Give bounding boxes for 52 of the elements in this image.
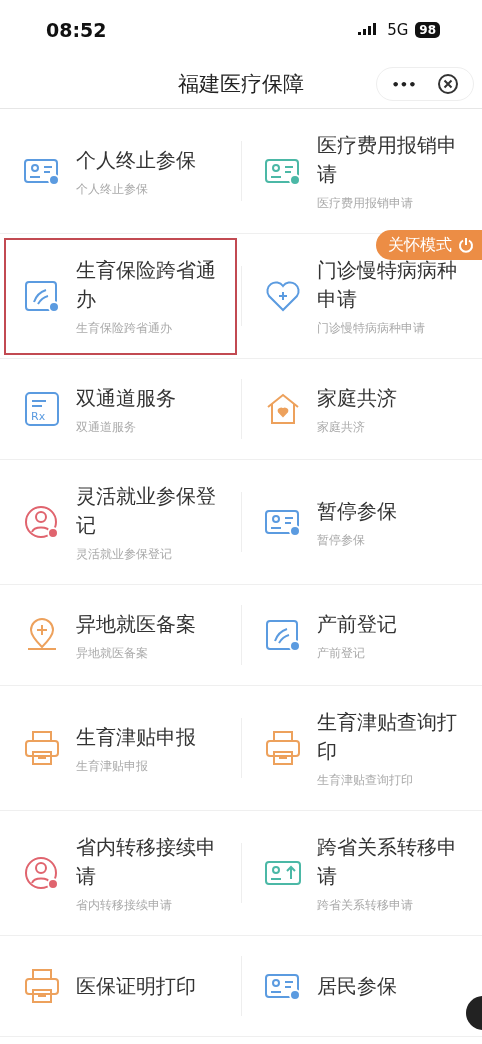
service-subtitle: 产前登记 xyxy=(317,644,366,661)
battery-indicator: 98 xyxy=(415,22,440,38)
service-item[interactable]: 跨省关系转移申请 跨省关系转移申请 xyxy=(241,811,482,936)
more-button[interactable]: ••• xyxy=(377,68,431,100)
service-subtitle: 跨省关系转移申请 xyxy=(317,897,414,913)
service-subtitle: 门诊慢特病病种申请 xyxy=(317,320,426,336)
service-subtitle: 暂停参保 xyxy=(317,531,366,548)
service-title: 居民参保 xyxy=(317,972,398,1000)
service-title: 灵活就业参保登记 xyxy=(76,483,217,539)
service-subtitle: 生育津贴申报 xyxy=(76,757,149,774)
service-subtitle: 省内转移接续申请 xyxy=(76,897,173,913)
service-item[interactable]: 生育保险跨省通办 生育保险跨省通办 xyxy=(0,234,241,359)
service-subtitle: 医疗费用报销申请 xyxy=(317,195,414,211)
service-title: 双通道服务 xyxy=(76,384,177,412)
service-subtitle: 家庭共济 xyxy=(317,418,366,435)
service-item[interactable]: 产前登记 产前登记 xyxy=(241,585,482,686)
service-item[interactable]: 异地就医备案 异地就医备案 xyxy=(0,585,241,686)
service-title: 生育保险跨省通办 xyxy=(76,257,217,313)
page-title: 福建医疗保障 xyxy=(178,71,304,98)
service-item[interactable]: 暂停参保 暂停参保 xyxy=(241,460,482,585)
service-title: 产前登记 xyxy=(317,610,398,638)
service-title: 跨省关系转移申请 xyxy=(317,834,458,890)
service-subtitle: 双通道服务 xyxy=(76,418,137,435)
prescription-icon: Rx xyxy=(22,389,62,429)
service-item[interactable]: 家庭共济 家庭共济 xyxy=(241,359,482,460)
service-title: 门诊慢特病病种申请 xyxy=(317,257,458,313)
status-time: 08:52 xyxy=(46,19,107,41)
service-title: 生育津贴申报 xyxy=(76,723,197,751)
service-title: 个人终止参保 xyxy=(76,146,197,174)
service-item[interactable]: 灵活就业参保登记 灵活就业参保登记 xyxy=(0,460,241,585)
service-subtitle: 异地就医备案 xyxy=(76,644,149,661)
service-item[interactable]: 关怀模式 门诊慢特病病种申请 门诊慢特病病种申请 xyxy=(241,234,482,359)
service-title: 异地就医备案 xyxy=(76,610,197,638)
service-title: 生育津贴查询打印 xyxy=(317,709,458,765)
close-icon[interactable] xyxy=(437,73,459,95)
service-item[interactable]: 医保证明打印 xyxy=(0,936,241,1037)
service-subtitle: 生育保险跨省通办 xyxy=(76,320,173,336)
service-title: 医保证明打印 xyxy=(76,972,197,1000)
service-title: 省内转移接续申请 xyxy=(76,834,217,890)
service-item[interactable]: 生育津贴申报 生育津贴申报 xyxy=(0,686,241,811)
service-item[interactable]: 生育津贴查询打印 生育津贴查询打印 xyxy=(241,686,482,811)
service-title: 暂停参保 xyxy=(317,497,398,525)
service-subtitle: 灵活就业参保登记 xyxy=(76,546,173,562)
service-title: 家庭共济 xyxy=(317,384,398,412)
service-subtitle: 生育津贴查询打印 xyxy=(317,772,414,788)
service-title: 医疗费用报销申请 xyxy=(317,132,458,188)
service-item[interactable]: 省内转移接续申请 省内转移接续申请 xyxy=(0,811,241,936)
power-icon xyxy=(458,237,474,253)
network-label: 5G xyxy=(387,21,409,39)
service-subtitle: 个人终止参保 xyxy=(76,180,149,197)
service-item[interactable]: Rx 双通道服务 双通道服务 xyxy=(0,359,241,460)
service-item[interactable]: 个人终止参保 个人终止参保 xyxy=(0,109,241,234)
